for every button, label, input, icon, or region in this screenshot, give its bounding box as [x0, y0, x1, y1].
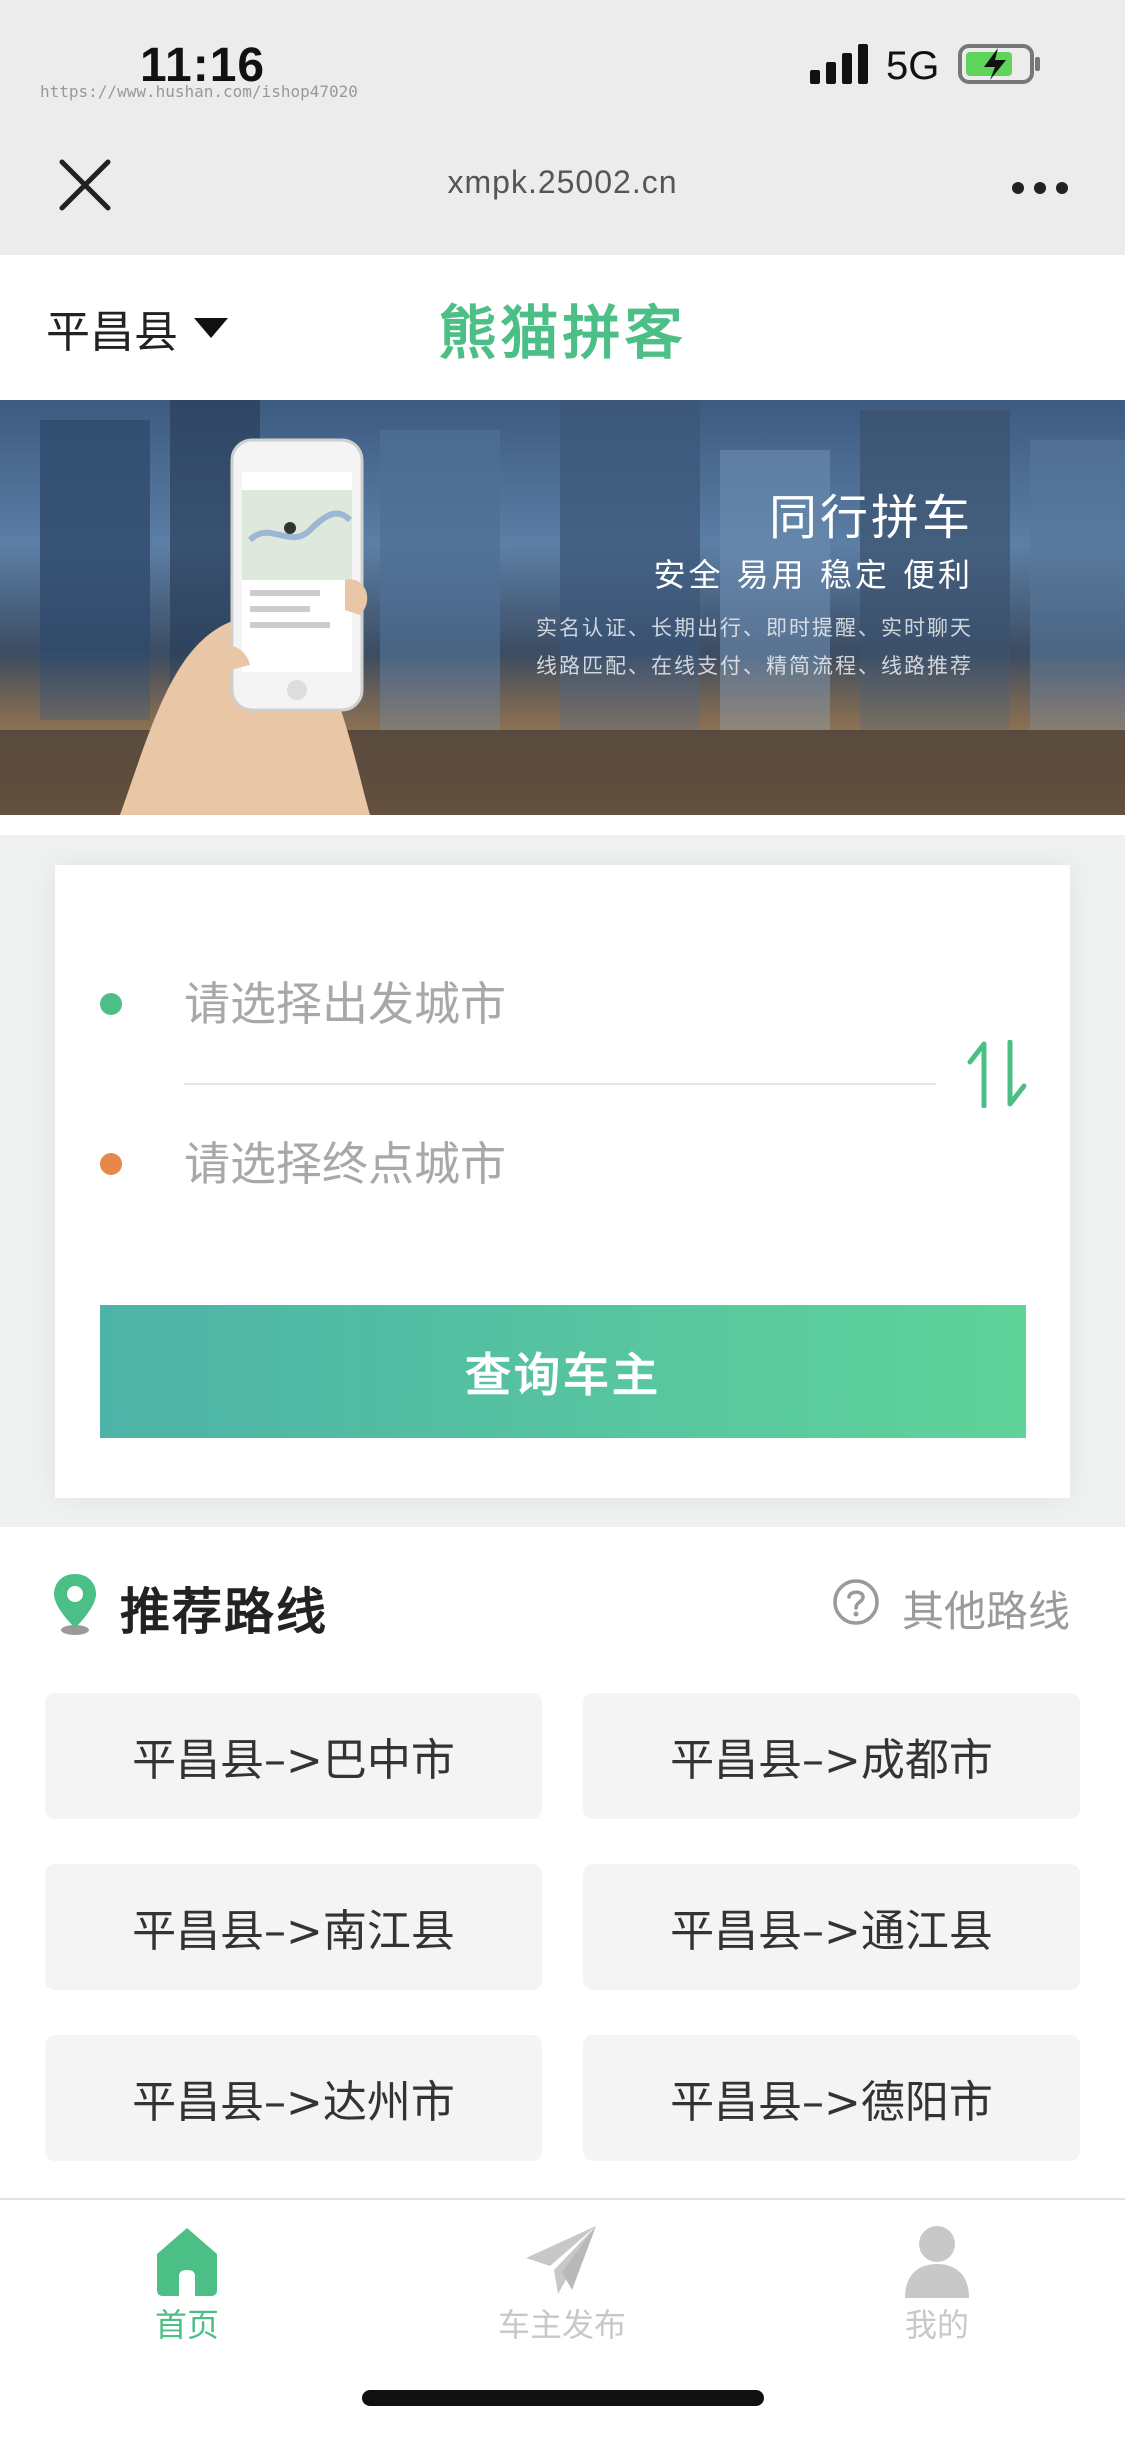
route-item[interactable]: 平昌县–>达州市 [45, 2035, 542, 2161]
paper-plane-icon [526, 2226, 596, 2294]
home-icon [157, 2228, 217, 2296]
banner-feature-line: 实名认证、长期出行、即时提醒、实时聊天 [536, 616, 973, 640]
start-point-dot [100, 993, 122, 1015]
route-item[interactable]: 平昌县–>南江县 [45, 1864, 542, 1990]
tab-driver-publish[interactable]: 车主发布 [412, 2200, 712, 2350]
tab-mine[interactable]: 我的 [787, 2200, 1087, 2350]
destination-city-input[interactable] [184, 1129, 934, 1199]
tab-label: 车主发布 [497, 2306, 626, 2344]
home-indicator[interactable] [362, 2390, 764, 2406]
input-divider [184, 1083, 936, 1085]
banner-headline: 同行拼车 [768, 490, 973, 546]
other-routes-link[interactable]: 其他路线 [902, 1578, 1070, 1639]
battery-charging-icon [958, 44, 1040, 84]
signal-icon [810, 44, 868, 84]
recommended-routes-title: 推荐路线 [120, 1583, 328, 1641]
more-options-icon[interactable] [1010, 170, 1070, 206]
user-icon [905, 2226, 969, 2298]
route-item[interactable]: 平昌县–>通江县 [583, 1864, 1080, 1990]
network-type: 5G [886, 44, 940, 88]
query-drivers-button[interactable]: 查询车主 [100, 1305, 1026, 1438]
departure-city-input[interactable] [184, 969, 934, 1039]
swap-direction-icon[interactable] [966, 1040, 1028, 1108]
route-item[interactable]: 平昌县–>成都市 [583, 1693, 1080, 1819]
end-point-dot [100, 1153, 122, 1175]
banner-feature-line: 线路匹配、在线支付、精简流程、线路推荐 [536, 654, 973, 678]
promo-banner[interactable] [0, 400, 1125, 815]
banner-subline: 安全 易用 稳定 便利 [653, 556, 973, 594]
tab-label: 首页 [154, 2306, 219, 2344]
watermark-text: https://www.hushan.com/ishop47020 [40, 82, 358, 101]
tab-home[interactable]: 首页 [37, 2200, 337, 2350]
page-url: xmpk.25002.cn [447, 164, 678, 200]
location-pin-icon [54, 1574, 96, 1635]
app-title: 熊猫拼客 [438, 299, 687, 367]
route-item[interactable]: 平昌县–>德阳市 [583, 2035, 1080, 2161]
tab-label: 我的 [904, 2306, 969, 2344]
route-item[interactable]: 平昌县–>巴中市 [45, 1693, 542, 1819]
banner-background-image [0, 400, 1125, 815]
question-circle-icon[interactable] [832, 1578, 880, 1626]
